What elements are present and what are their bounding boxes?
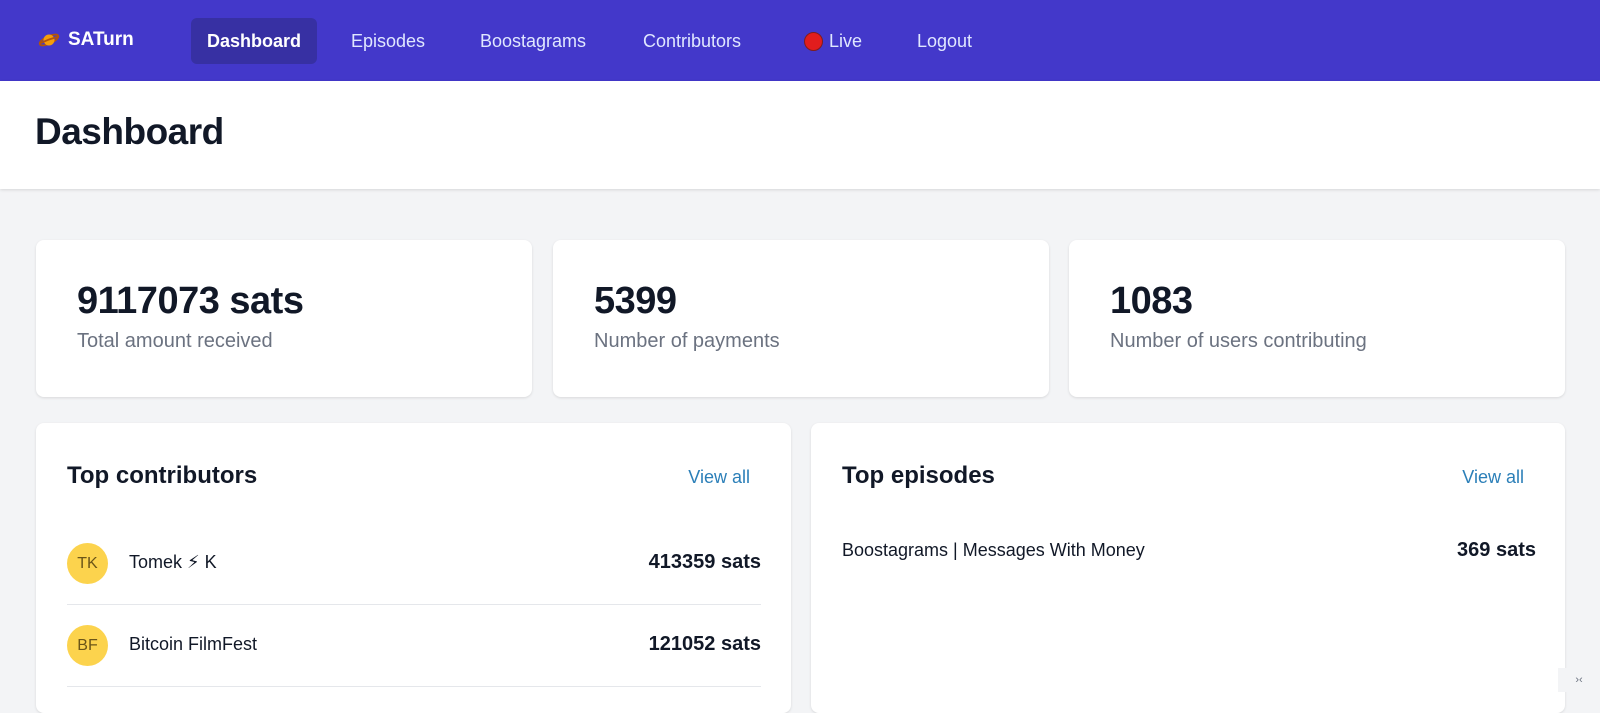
- episode-amount: 369 sats: [1457, 539, 1536, 562]
- page-title: Dashboard: [35, 111, 224, 153]
- stat-value: 5399: [594, 280, 677, 323]
- list-item[interactable]: Boostagrams | Messages With Money 369 sa…: [842, 523, 1536, 583]
- nav-logout[interactable]: Logout: [901, 18, 988, 64]
- stat-label: Number of users contributing: [1110, 330, 1367, 353]
- nav-logout-label: Logout: [917, 31, 972, 52]
- top-navbar: SATurn Dashboard Episodes Boostagrams Co…: [0, 0, 1600, 81]
- stat-card-users: 1083 Number of users contributing: [1069, 240, 1565, 397]
- stat-card-payments: 5399 Number of payments: [553, 240, 1049, 397]
- view-all-episodes-link[interactable]: View all: [1462, 467, 1524, 488]
- contributor-amount: 121052 sats: [649, 633, 761, 656]
- top-episodes-panel: Top episodes View all Boostagrams | Mess…: [811, 423, 1565, 713]
- contributor-name: Bitcoin FilmFest: [129, 634, 257, 655]
- stat-label: Number of payments: [594, 330, 780, 353]
- panel-title: Top contributors: [67, 462, 257, 490]
- nav-live[interactable]: Live: [788, 18, 878, 64]
- nav-live-label: Live: [829, 31, 862, 52]
- ringed-planet-icon: [38, 29, 60, 51]
- red-circle-icon: [804, 32, 823, 51]
- avatar: TK: [67, 543, 108, 584]
- contributor-amount: 413359 sats: [649, 551, 761, 574]
- nav-episodes-label: Episodes: [351, 31, 425, 52]
- contributor-name: Tomek ⚡ K: [129, 552, 217, 573]
- list-item[interactable]: BF Bitcoin FilmFest 121052 sats: [67, 605, 761, 687]
- brand-logo[interactable]: SATurn: [38, 26, 134, 54]
- list-item[interactable]: TK Tomek ⚡ K 413359 sats: [67, 523, 761, 605]
- episode-title: Boostagrams | Messages With Money: [842, 540, 1145, 561]
- stat-value: 9117073 sats: [77, 280, 303, 323]
- nav-dashboard-label: Dashboard: [207, 31, 301, 52]
- nav-episodes[interactable]: Episodes: [335, 18, 441, 64]
- nav-boostagrams-label: Boostagrams: [480, 31, 586, 52]
- nav-contributors[interactable]: Contributors: [627, 18, 757, 64]
- avatar: BF: [67, 625, 108, 666]
- brand-name: SATurn: [68, 29, 134, 51]
- nav-boostagrams[interactable]: Boostagrams: [464, 18, 602, 64]
- nav-contributors-label: Contributors: [643, 31, 741, 52]
- nav-dashboard[interactable]: Dashboard: [191, 18, 317, 64]
- corner-toggle-button[interactable]: ›‹: [1558, 668, 1600, 692]
- stat-card-total-amount: 9117073 sats Total amount received: [36, 240, 532, 397]
- top-contributors-panel: Top contributors View all TK Tomek ⚡ K 4…: [36, 423, 791, 713]
- panel-title: Top episodes: [842, 462, 995, 490]
- view-all-contributors-link[interactable]: View all: [688, 467, 750, 488]
- page-header: Dashboard: [0, 81, 1600, 189]
- stat-value: 1083: [1110, 280, 1193, 323]
- stat-label: Total amount received: [77, 330, 273, 353]
